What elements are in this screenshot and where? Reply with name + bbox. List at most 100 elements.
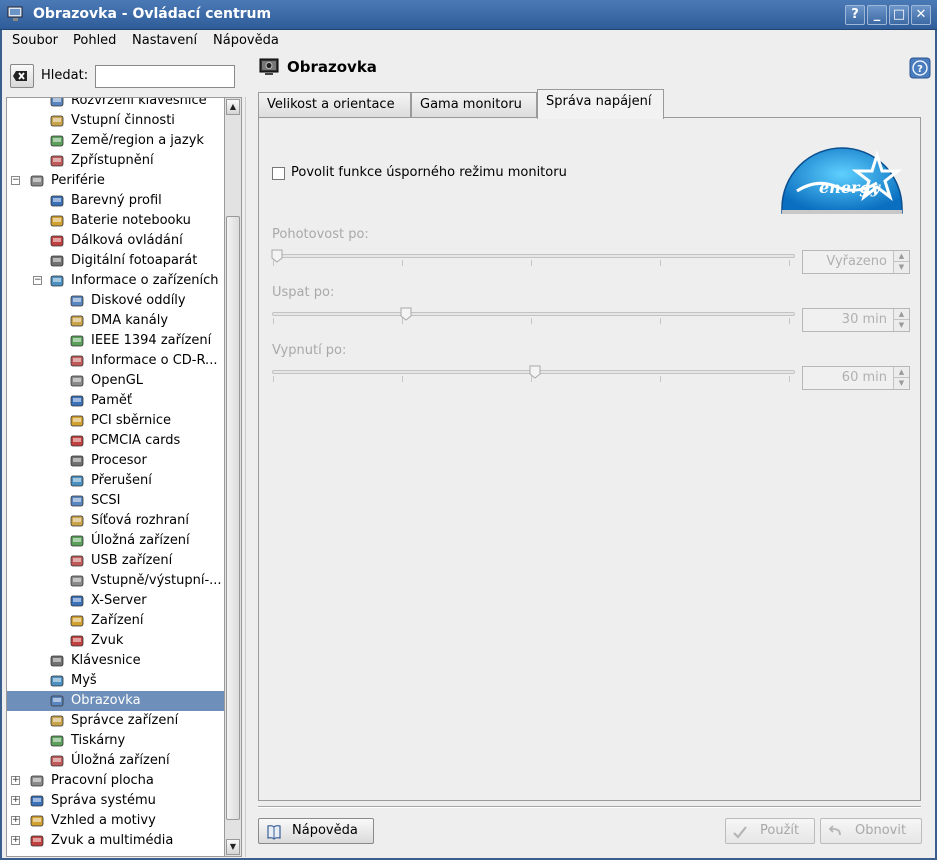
menu-nastaveni[interactable]: Nastavení [132, 33, 197, 48]
slider-groove[interactable] [272, 312, 795, 316]
spin-down-icon[interactable]: ▼ [893, 378, 909, 389]
timeout-spinbox[interactable]: 30 min ▲ ▼ [802, 308, 910, 332]
tree-item[interactable]: PCMCIA cards [7, 431, 224, 451]
expand-icon[interactable]: + [11, 776, 20, 785]
panel-splitter[interactable] [245, 97, 249, 857]
tree-item[interactable]: Úložná zařízení [7, 751, 224, 771]
slider-tick [660, 260, 661, 266]
tree-item-label: PCMCIA cards [91, 433, 181, 448]
window-title: Obrazovka - Ovládací centrum [33, 6, 272, 22]
tree-item[interactable]: + Pracovní plocha [7, 771, 224, 791]
tree-item[interactable]: Klávesnice [7, 651, 224, 671]
apply-button[interactable]: Použít [725, 818, 815, 844]
tree-item[interactable]: Vstupní činnosti [7, 111, 224, 131]
tree-item[interactable]: USB zařízení [7, 551, 224, 571]
tab-velikost-orientace[interactable]: Velikost a orientace [258, 92, 411, 118]
expand-icon[interactable]: + [11, 836, 20, 845]
mouse-peripheral-icon [30, 175, 44, 187]
collapse-icon[interactable]: − [11, 176, 20, 185]
display-icon [259, 58, 279, 75]
tree-item[interactable]: DMA kanály [7, 311, 224, 331]
tree-item[interactable]: Zpřístupnění [7, 151, 224, 171]
tree-item[interactable]: Správce zařízení [7, 711, 224, 731]
tree-item[interactable]: Rozvržení klávesnice [7, 98, 224, 111]
tree-item-label: Zvuk a multimédia [51, 833, 174, 848]
tree-item-label: Diskové oddíly [91, 293, 186, 308]
tree-item[interactable]: Paměť [7, 391, 224, 411]
enable-power-saving-checkbox[interactable] [272, 167, 285, 180]
tree-item[interactable]: Vstupně/výstupní-... [7, 571, 224, 591]
scroll-up-arrow-icon[interactable]: ▲ [226, 99, 240, 115]
minimize-button[interactable]: _ [867, 5, 887, 25]
slider-tick [531, 318, 532, 324]
slider-groove[interactable] [272, 254, 795, 258]
tree-item[interactable]: Země/region a jazyk [7, 131, 224, 151]
spinbox-value: 60 min [841, 370, 887, 385]
tree-item[interactable]: Dálková ovládání [7, 231, 224, 251]
help-icon[interactable]: ? [909, 57, 931, 79]
tree-item[interactable]: PCI sběrnice [7, 411, 224, 431]
energy-star-logo: energy [781, 147, 903, 214]
tree-item-label: SCSI [91, 493, 121, 508]
help-button[interactable]: Nápověda [258, 818, 374, 844]
spin-up-icon[interactable]: ▲ [893, 309, 909, 320]
camera-icon [50, 255, 64, 267]
spinbox-value: Vyřazeno [826, 254, 887, 269]
slider-tick [789, 318, 790, 324]
slider-handle[interactable] [400, 307, 412, 321]
tree-item[interactable]: OpenGL [7, 371, 224, 391]
scroll-thumb[interactable] [226, 216, 240, 820]
close-button[interactable]: ✕ [911, 5, 931, 25]
search-input[interactable] [95, 65, 235, 88]
maximize-button[interactable]: □ [889, 5, 909, 25]
slider-tick [402, 376, 403, 382]
tree-item-label: Síťová rozhraní [91, 513, 189, 528]
tree-item[interactable]: − Informace o zařízeních [7, 271, 224, 291]
tree-item[interactable]: Informace o CD-R... [7, 351, 224, 371]
tree-item[interactable]: Přerušení [7, 471, 224, 491]
spin-down-icon[interactable]: ▼ [893, 262, 909, 273]
tree-item[interactable]: Zařízení [7, 611, 224, 631]
reset-button[interactable]: Obnovit [820, 818, 922, 844]
tree-item[interactable]: Myš [7, 671, 224, 691]
tree-item[interactable]: Úložná zařízení [7, 531, 224, 551]
tree-item[interactable]: − Periférie [7, 171, 224, 191]
tree-item[interactable]: X-Server [7, 591, 224, 611]
timeout-spinbox[interactable]: 60 min ▲ ▼ [802, 366, 910, 390]
keyboard-icon [50, 115, 64, 127]
tab-gama-monitoru[interactable]: Gama monitoru [411, 92, 537, 118]
clear-search-button[interactable] [10, 64, 34, 88]
expand-icon[interactable]: + [11, 816, 20, 825]
menu-soubor[interactable]: Soubor [12, 33, 58, 48]
tree-item[interactable]: IEEE 1394 zařízení [7, 331, 224, 351]
expand-icon[interactable]: + [11, 796, 20, 805]
menu-pohled[interactable]: Pohled [73, 33, 116, 48]
spin-down-icon[interactable]: ▼ [893, 320, 909, 331]
timeout-spinbox[interactable]: Vyřazeno ▲ ▼ [802, 250, 910, 274]
tree-item[interactable]: Tiskárny [7, 731, 224, 751]
tree-item[interactable]: Digitální fotoaparát [7, 251, 224, 271]
slider-handle[interactable] [271, 249, 283, 263]
tree-item[interactable]: Síťová rozhraní [7, 511, 224, 531]
spin-up-icon[interactable]: ▲ [893, 367, 909, 378]
tree-item[interactable]: Barevný profil [7, 191, 224, 211]
collapse-icon[interactable]: − [33, 276, 42, 285]
help-title-button[interactable]: ? [845, 5, 865, 25]
tree-item[interactable]: Obrazovka [7, 691, 224, 711]
slider-tick [789, 260, 790, 266]
tree-scrollbar[interactable]: ▲ ▼ [224, 97, 242, 857]
tree-item-label: Tiskárny [71, 733, 126, 748]
tab-sprava-napajeni[interactable]: Správa napájení [537, 89, 664, 119]
scroll-down-arrow-icon[interactable]: ▼ [226, 839, 240, 855]
tree-item[interactable]: Zvuk [7, 631, 224, 651]
slider-handle[interactable] [529, 365, 541, 379]
spin-up-icon[interactable]: ▲ [893, 251, 909, 262]
tree-item[interactable]: + Správa systému [7, 791, 224, 811]
tree-item[interactable]: + Zvuk a multimédia [7, 831, 224, 851]
tree-item[interactable]: Procesor [7, 451, 224, 471]
tree-item[interactable]: SCSI [7, 491, 224, 511]
menu-napoveda[interactable]: Nápověda [213, 33, 279, 48]
tree-item[interactable]: Baterie notebooku [7, 211, 224, 231]
tree-item[interactable]: Diskové oddíly [7, 291, 224, 311]
tree-item[interactable]: + Vzhled a motivy [7, 811, 224, 831]
